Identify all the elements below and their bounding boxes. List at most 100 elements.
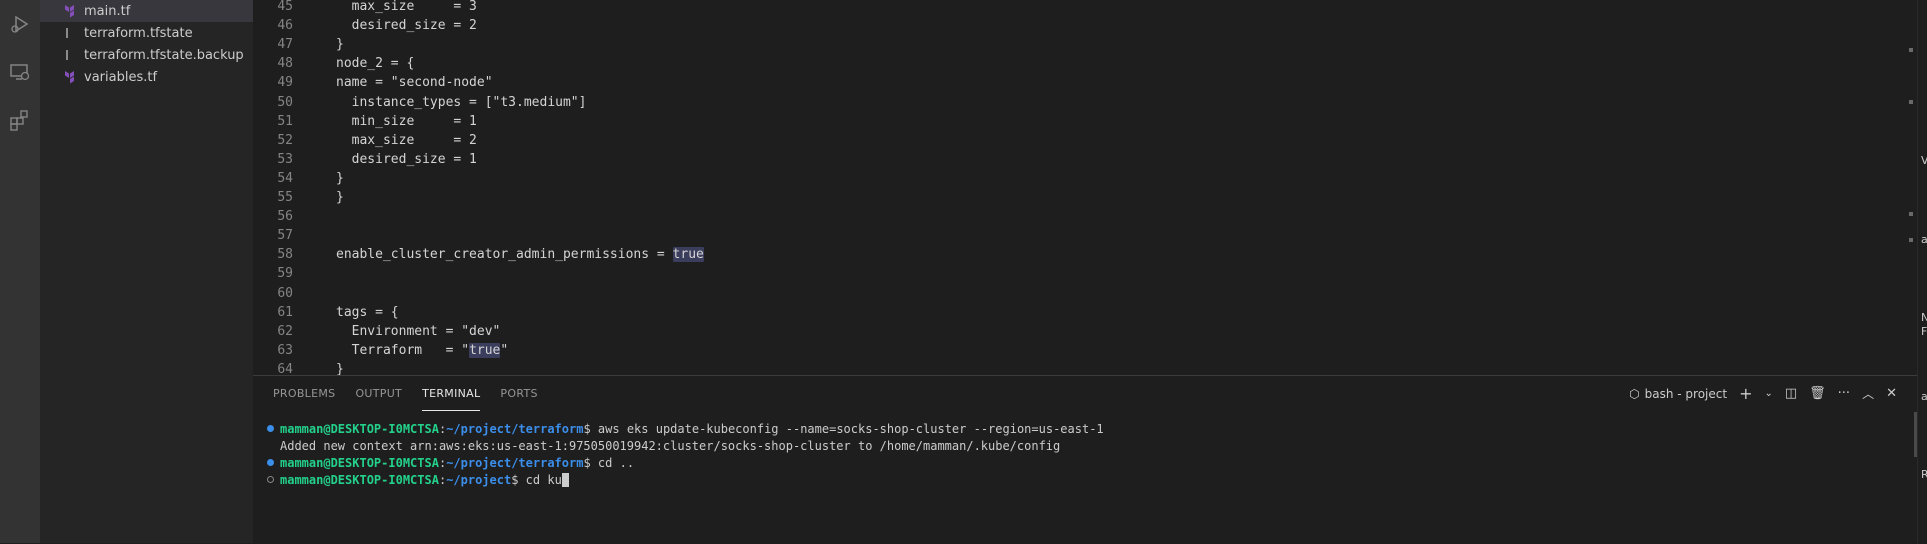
tab-problems[interactable]: PROBLEMS bbox=[273, 376, 335, 411]
code-text: Environment = "dev" bbox=[336, 323, 501, 339]
code-line: 49 name = "second-node" bbox=[253, 73, 492, 92]
panel-tabs: PROBLEMS OUTPUT TERMINAL PORTS bbox=[253, 376, 538, 411]
code-line: 46 desired_size = 2 bbox=[253, 16, 477, 35]
line-number: 45 bbox=[277, 0, 293, 14]
terraform-icon bbox=[62, 3, 78, 19]
file-lines-icon bbox=[62, 47, 78, 63]
line-number: 64 bbox=[277, 361, 293, 375]
run-debug-icon[interactable] bbox=[4, 8, 36, 40]
line-number: 53 bbox=[277, 151, 293, 167]
file-item-tfstate[interactable]: terraform.tfstate bbox=[40, 22, 253, 44]
extensions-icon[interactable] bbox=[4, 104, 36, 136]
close-icon[interactable]: ✕ bbox=[1886, 386, 1897, 401]
code-text: } bbox=[336, 170, 344, 186]
code-line: 60 bbox=[253, 284, 293, 303]
command-status-icon[interactable] bbox=[267, 459, 274, 466]
edge-text: Re bbox=[1921, 468, 1927, 481]
line-number: 60 bbox=[277, 285, 293, 301]
command-status-icon[interactable] bbox=[267, 425, 274, 432]
code-line: 62 Environment = "dev" bbox=[253, 322, 500, 341]
edge-text: N bbox=[1921, 311, 1927, 324]
code-text: max_size = 3 bbox=[336, 0, 477, 14]
file-item-variables-tf[interactable]: variables.tf bbox=[40, 66, 253, 88]
line-number: 47 bbox=[277, 37, 293, 53]
code-line: 53 desired_size = 1 bbox=[253, 150, 477, 169]
trash-icon[interactable]: 🗑 bbox=[1809, 386, 1826, 401]
file-item-main-tf[interactable]: main.tf bbox=[40, 0, 253, 22]
line-number: 48 bbox=[277, 56, 293, 72]
code-line: 57 bbox=[253, 226, 293, 245]
chevron-down-icon[interactable]: ⌄ bbox=[1764, 388, 1772, 399]
code-line: 45 max_size = 3 bbox=[253, 0, 477, 16]
code-text: desired_size = 1 bbox=[336, 151, 477, 167]
line-number: 49 bbox=[277, 75, 293, 91]
code-line: 61 tags = { bbox=[253, 303, 398, 322]
explorer-sidebar: main.tf terraform.tfstate terraform.tfst… bbox=[40, 0, 253, 543]
code-line: 58 enable_cluster_creator_admin_permissio… bbox=[253, 245, 704, 264]
terminal-name: bash - project bbox=[1644, 386, 1728, 401]
line-number: 55 bbox=[277, 190, 293, 205]
code-text: } bbox=[336, 190, 344, 205]
file-name: variables.tf bbox=[84, 69, 158, 85]
terminal-icon: ⬡ bbox=[1629, 386, 1640, 401]
terminal-cursor bbox=[561, 472, 569, 487]
terraform-icon bbox=[62, 69, 78, 85]
panel-actions: ⬡ bash - project + ⌄ ◫ 🗑 ··· ︿ ✕ bbox=[1629, 376, 1897, 411]
file-name: terraform.tfstate.backup bbox=[84, 47, 244, 63]
code-line: 52 max_size = 2 bbox=[253, 131, 477, 150]
line-number: 58 bbox=[277, 247, 293, 263]
code-line: 64} bbox=[253, 360, 343, 375]
code-line: 63 Terraform = "true" bbox=[253, 341, 508, 360]
code-text: enable_cluster_creator_admin_permissions… bbox=[336, 247, 704, 263]
terminal-selector[interactable]: ⬡ bash - project bbox=[1629, 387, 1727, 401]
line-number: 57 bbox=[277, 228, 293, 244]
edge-text: a bbox=[1921, 233, 1927, 246]
file-item-tfstate-backup[interactable]: terraform.tfstate.backup bbox=[40, 44, 253, 66]
edge-text: F bbox=[1921, 325, 1927, 338]
line-number: 51 bbox=[277, 113, 293, 129]
tab-ports[interactable]: PORTS bbox=[500, 376, 537, 411]
line-number: 46 bbox=[277, 18, 293, 34]
line-number: 62 bbox=[277, 323, 293, 339]
line-number: 54 bbox=[277, 170, 293, 186]
code-text: max_size = 2 bbox=[336, 132, 477, 148]
line-number: 61 bbox=[277, 304, 293, 320]
code-text: instance_types = ["t3.medium"] bbox=[336, 94, 587, 110]
code-text: node_2 = { bbox=[336, 56, 415, 72]
terminal-line: mamman@DESKTOP-I0MCTSA: ~/project/terrafo… bbox=[267, 420, 1104, 437]
maximize-panel-icon[interactable]: ︿ bbox=[1862, 385, 1874, 402]
bottom-panel: PROBLEMS OUTPUT TERMINAL PORTS ⬡ bash - … bbox=[253, 375, 1917, 544]
tab-output[interactable]: OUTPUT bbox=[355, 376, 402, 411]
file-name: main.tf bbox=[84, 3, 131, 19]
code-line: 56 bbox=[253, 207, 293, 226]
line-number: 52 bbox=[277, 132, 293, 148]
code-text: desired_size = 2 bbox=[336, 18, 477, 34]
line-number: 63 bbox=[277, 342, 293, 358]
activity-bar bbox=[0, 0, 40, 543]
line-number: 59 bbox=[277, 266, 293, 282]
tab-terminal[interactable]: TERMINAL bbox=[422, 376, 481, 411]
code-editor[interactable]: 45 max_size = 3 46 desired_size = 2 47} 48 n… bbox=[253, 0, 1903, 375]
code-line: 47} bbox=[253, 35, 343, 54]
new-terminal-icon[interactable]: + bbox=[1739, 384, 1752, 403]
code-line: 55} bbox=[253, 188, 343, 207]
file-name: terraform.tfstate bbox=[84, 25, 193, 41]
code-line: 59 bbox=[253, 264, 293, 283]
remote-explorer-icon[interactable] bbox=[4, 56, 36, 88]
split-terminal-icon[interactable]: ◫ bbox=[1785, 386, 1797, 401]
code-line: 51 min_size = 1 bbox=[253, 112, 477, 131]
command-status-icon[interactable] bbox=[267, 476, 274, 483]
terminal-scrollbar[interactable] bbox=[1914, 412, 1917, 457]
code-line: 50 instance_types = ["t3.medium"] bbox=[253, 93, 586, 112]
line-number: 56 bbox=[277, 209, 293, 225]
file-lines-icon bbox=[62, 25, 78, 41]
editor-scrollbar[interactable] bbox=[1903, 0, 1917, 375]
code-line: 48 node_2 = { bbox=[253, 54, 414, 73]
line-number: 50 bbox=[277, 94, 293, 110]
code-text: tags = { bbox=[336, 304, 399, 320]
code-line: 54} bbox=[253, 169, 343, 188]
terminal-line: Added new context arn:aws:eks:us-east-1:… bbox=[280, 438, 1061, 453]
more-actions-icon[interactable]: ··· bbox=[1838, 386, 1850, 401]
code-text: } bbox=[336, 361, 344, 375]
code-text: Terraform = "true" bbox=[336, 342, 509, 358]
